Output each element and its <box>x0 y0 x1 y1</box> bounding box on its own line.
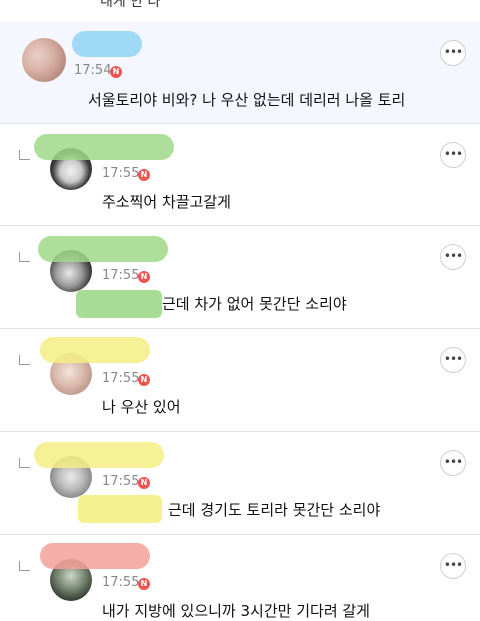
more-options-button[interactable]: ••• <box>440 244 466 270</box>
new-badge: N <box>138 477 150 489</box>
comment-item[interactable]: 17:54 N ••• 서울토리야 비와? 나 우산 없는데 데리러 나올 토리 <box>0 22 480 124</box>
more-options-button[interactable]: ••• <box>440 40 466 66</box>
previous-comment-stub: 내게 안 나 <box>0 0 480 23</box>
reply-item[interactable]: 17:55 N ••• 내가 지방에 있으니까 3시간만 기다려 갈게 <box>0 535 480 620</box>
more-options-button[interactable]: ••• <box>440 553 466 579</box>
comment-text: 서울토리야 비와? 나 우산 없는데 데리러 나올 토리 <box>88 91 406 109</box>
avatar[interactable] <box>22 38 66 82</box>
reply-indicator-icon <box>19 252 30 262</box>
comment-text: 주소찍어 차끌고갈게 <box>102 193 231 211</box>
author-name-redacted[interactable] <box>34 134 174 160</box>
mention-redacted[interactable] <box>78 495 162 523</box>
new-badge: N <box>138 271 150 283</box>
more-options-button[interactable]: ••• <box>440 450 466 476</box>
comment-time: 17:55 <box>102 166 140 181</box>
mention-redacted[interactable] <box>76 290 162 318</box>
reply-indicator-icon <box>19 561 30 571</box>
comment-time: 17:55 <box>102 575 140 590</box>
more-options-button[interactable]: ••• <box>440 347 466 373</box>
reply-indicator-icon <box>19 458 30 468</box>
comment-time: 17:54 <box>74 63 112 78</box>
author-name-redacted[interactable] <box>34 442 164 468</box>
reply-indicator-icon <box>19 150 30 160</box>
reply-indicator-icon <box>19 355 30 365</box>
reply-item[interactable]: 17:55 N ••• 주소찍어 차끌고갈게 <box>0 124 480 226</box>
comment-text: 나 우산 있어 <box>102 398 181 416</box>
author-name-redacted[interactable] <box>40 337 150 363</box>
new-badge: N <box>138 578 150 590</box>
comment-text: 근데 경기도 토리라 못간단 소리야 <box>168 501 381 519</box>
comment-time: 17:55 <box>102 371 140 386</box>
author-name-redacted[interactable] <box>40 543 150 569</box>
more-options-button[interactable]: ••• <box>440 142 466 168</box>
previous-comment-text: 내게 안 나 <box>100 0 161 10</box>
author-name-redacted[interactable] <box>38 236 168 262</box>
comment-time: 17:55 <box>102 474 140 489</box>
comment-time: 17:55 <box>102 268 140 283</box>
comment-text: 근데 차가 없어 못간단 소리야 <box>162 295 347 313</box>
new-badge: N <box>138 374 150 386</box>
reply-item[interactable]: 17:55 N ••• 나 우산 있어 <box>0 329 480 432</box>
new-badge: N <box>110 66 122 78</box>
reply-item[interactable]: 17:55 N ••• 근데 차가 없어 못간단 소리야 <box>0 226 480 329</box>
new-badge: N <box>138 169 150 181</box>
reply-item[interactable]: 17:55 N ••• 근데 경기도 토리라 못간단 소리야 <box>0 432 480 535</box>
author-name-redacted[interactable] <box>72 31 142 57</box>
